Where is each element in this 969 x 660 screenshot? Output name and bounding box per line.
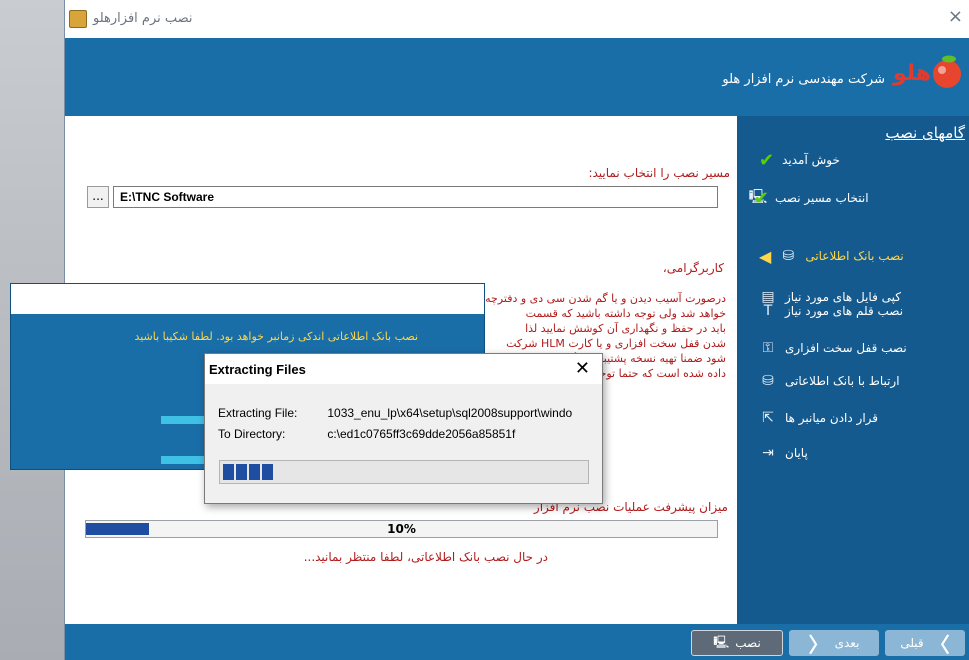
step-label: انتخاب مسیر نصب [775,191,869,205]
checkmark-icon: ✔ [753,188,769,209]
close-icon[interactable]: × [948,6,963,27]
logo-text: هلو [892,61,931,86]
close-icon[interactable]: ✕ [575,358,590,379]
dialog-title-bar [11,284,484,314]
dialog-title: Extracting Files [209,362,306,377]
step-label: پایان [785,446,808,460]
status-text: در حال نصب بانک اطلاعاتی، لطفا منتظر بما… [303,550,548,564]
window-title: نصب نرم افزارهلو [93,11,193,26]
to-directory-label: To Directory: [218,427,286,441]
step-label: نصب قفل سخت افزاری [785,341,907,355]
extracting-file-row: Extracting File: 1033_enu_lp\x64\setup\s… [218,406,572,420]
step-label: نصب قلم های مورد نیاز [785,304,904,318]
step-shortcuts: ⇱ قرار دادن میانبر ها [759,406,959,430]
brand-name: شرکت مهندسی نرم افزار هلو [722,72,885,87]
header-banner: هلو شرکت مهندسی نرم افزار هلو [65,38,969,116]
to-directory-row: To Directory: c:\ed1c0765ff3c69dde2056a8… [218,427,515,441]
greeting-text: کاربرگرامی، [662,261,724,275]
back-button[interactable]: 〉 قبلی [885,630,965,657]
install-button[interactable]: نصب 🖳 [691,630,783,656]
step-hardware-lock: ⚿ نصب قفل سخت افزاری [759,336,959,360]
back-label: قبلی [900,636,924,650]
bottom-nav-bar: 〉 قبلی بعدی 〈 نصب 🖳 [65,624,969,660]
checkmark-icon: ✔ [759,149,775,171]
extract-progress-bar [219,460,589,484]
next-label: بعدی [834,636,860,650]
progress-segment [223,464,234,480]
database-link-icon: ⛁ [762,373,774,389]
database-icon: ⛁ [782,248,795,264]
arrow-left-icon: ◀ [759,246,772,266]
exit-icon: ⇥ [762,445,774,461]
to-directory-value: c:\ed1c0765ff3c69dde2056a85851f [327,427,516,441]
step-label: نصب بانک اطلاعاتی [805,249,904,263]
chevron-left-icon: 〈 [808,632,829,657]
progress-segment [262,464,273,480]
steps-header: گامهای نصب [885,124,965,142]
extracting-file-label: Extracting File: [218,406,298,420]
step-welcome: ✔ خوش آمدید [759,148,959,172]
install-label: نصب [735,636,761,650]
database-wait-message: نصب بانک اطلاعاتی اندکی زمانبر خواهد بود… [134,330,418,343]
install-path-label: مسیر نصب را انتخاب نمایید: [588,166,730,180]
progress-segment [236,464,247,480]
next-button[interactable]: بعدی 〈 [789,630,879,657]
extracting-file-value: 1033_enu_lp\x64\setup\sql2008support\win… [327,406,573,420]
monitor-icon: 🖳 [713,634,730,649]
install-path-field[interactable]: E:\TNC Software [113,186,718,208]
step-select-path: 🖳 انتخاب مسیر نصب [749,186,959,210]
dialog-title-bar: Extracting Files ✕ [205,354,602,384]
progress-segment [249,464,260,480]
browse-button[interactable]: ... [87,186,109,208]
extracting-files-dialog: Extracting Files ✕ Extracting File: 1033… [204,353,603,504]
peach-logo-icon: هلو [892,55,961,88]
progress-percent-text: 10% [387,522,416,536]
title-bar: نصب نرم افزارهلو × [65,0,969,38]
key-icon: ⚿ [762,340,774,356]
step-label: قرار دادن میانبر ها [785,411,879,425]
step-connect-database: ⛁ ارتباط با بانک اطلاعاتی [759,369,959,393]
install-progress-bar: 10% [85,520,718,538]
step-finish: ⇥ پایان [759,441,959,465]
step-label: ارتباط با بانک اطلاعاتی [785,374,900,388]
step-install-database: ◀ ⛁ نصب بانک اطلاعاتی [759,244,959,268]
chevron-right-icon: 〉 [929,632,950,657]
app-icon [69,10,87,28]
step-install-fonts-row: T نصب قلم های مورد نیاز [759,299,959,323]
shortcut-icon: ⇱ [762,410,774,426]
steps-panel: گامهای نصب ✔ خوش آمدید 🖳 انتخاب مسیر نصب… [737,116,969,624]
step-label: خوش آمدید [782,153,840,167]
font-icon: T [763,303,773,319]
